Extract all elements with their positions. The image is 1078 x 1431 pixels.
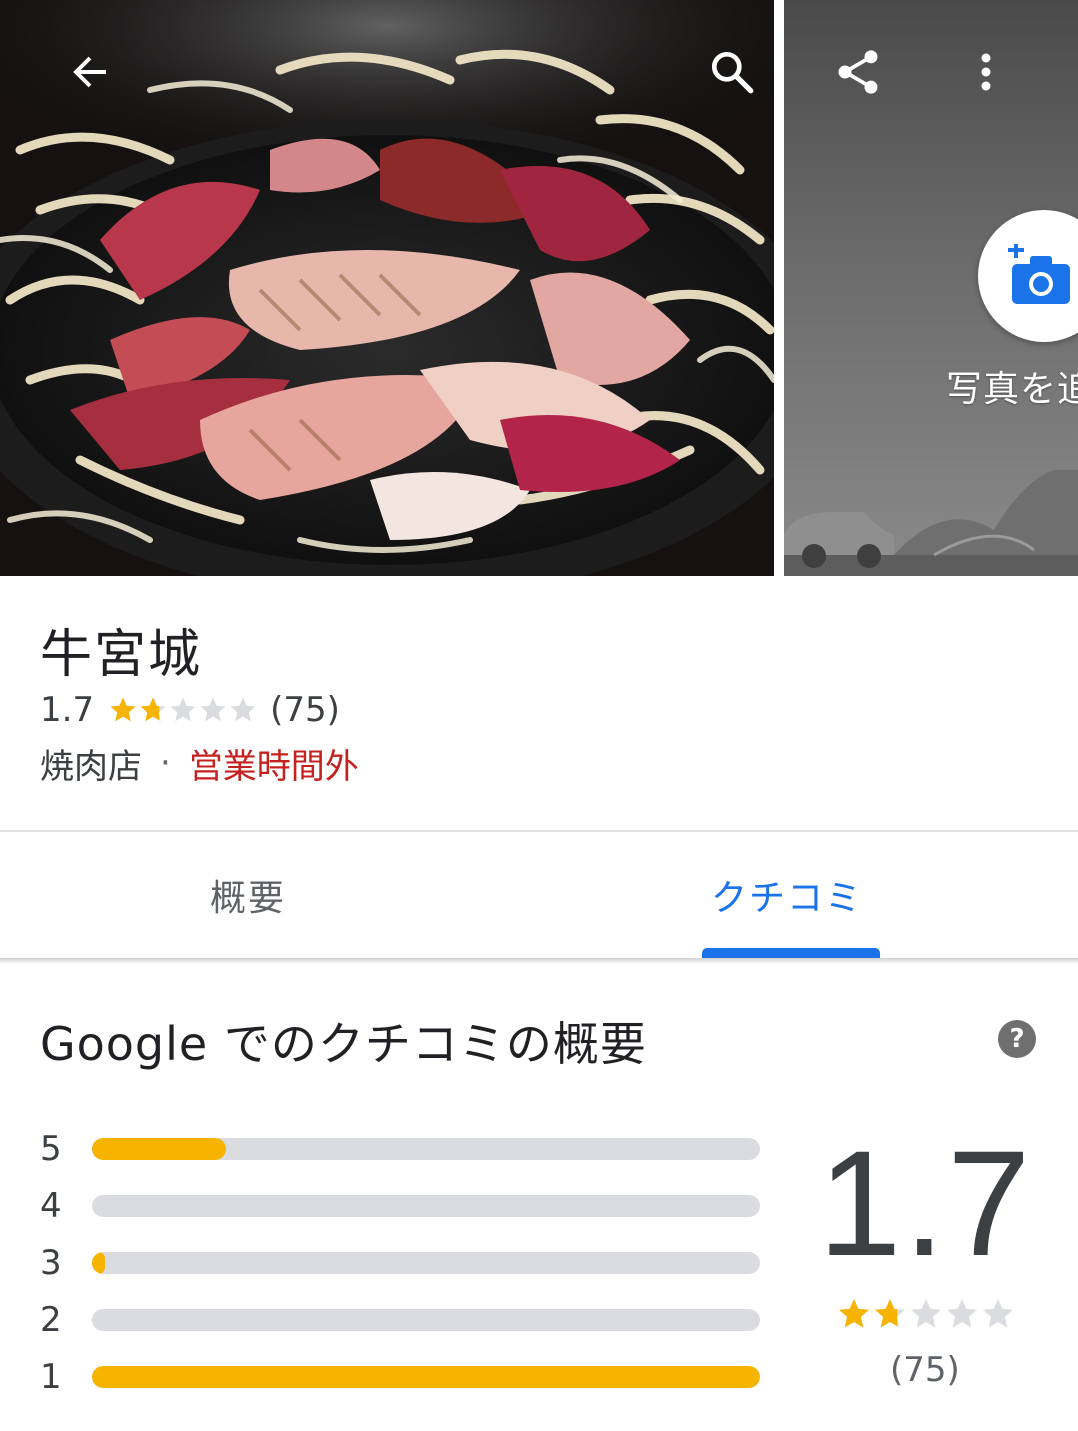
star-icon [947, 1299, 977, 1328]
rating-value: 1.7 [40, 690, 95, 730]
histogram-bar-track [92, 1365, 760, 1388]
review-count: (75) [270, 690, 340, 730]
tab-bar: 概要 クチコミ [0, 832, 1078, 958]
add-photo-camera-icon [1008, 244, 1070, 304]
star-icon [200, 697, 226, 722]
place-name: 牛宮城 [40, 625, 203, 685]
histogram-row-1: 1 [40, 1348, 770, 1405]
star-icon [983, 1299, 1013, 1328]
histogram-label: 3 [40, 1242, 62, 1283]
arrow-back-icon [73, 56, 106, 88]
category-row: 焼肉店 · 営業時間外 [40, 740, 359, 787]
rating-histogram: 5 4 3 2 1 [40, 1120, 770, 1405]
photo-strip[interactable]: 写真を追 [0, 0, 1078, 576]
histogram-row-4: 4 [40, 1177, 770, 1234]
histogram-bar-track [92, 1137, 760, 1160]
histogram-bar-track [92, 1194, 760, 1217]
rating-stars [108, 695, 258, 725]
star-icon [230, 697, 256, 722]
histogram-bar-fill [92, 1251, 106, 1274]
star-icon [875, 1299, 905, 1328]
star-icon [140, 697, 166, 722]
search-button[interactable] [700, 40, 764, 104]
histogram-bar-track [92, 1251, 760, 1274]
star-icon [911, 1299, 941, 1328]
back-button[interactable] [58, 40, 122, 104]
search-icon [711, 51, 754, 94]
histogram-label: 2 [40, 1299, 62, 1340]
rating-row[interactable]: 1.7 (75) [40, 688, 340, 732]
open-status: 営業時間外 [188, 746, 359, 787]
add-photo-label: 写真を追 [946, 369, 1078, 410]
histogram-bar-fill [92, 1137, 226, 1160]
star-icon [839, 1299, 869, 1328]
star-icon [110, 697, 136, 722]
star-icon [170, 697, 196, 722]
histogram-row-2: 2 [40, 1291, 770, 1348]
histogram-bar-fill [92, 1365, 760, 1388]
separator-dot: · [160, 743, 171, 783]
more-options-button[interactable] [954, 40, 1018, 104]
histogram-bar-track [92, 1308, 760, 1331]
restaurant-photo[interactable] [0, 0, 774, 576]
tab-selected-indicator [702, 948, 880, 958]
share-button[interactable] [826, 40, 890, 104]
help-icon[interactable]: ? [998, 1020, 1036, 1058]
tab-overview[interactable]: 概要 [0, 832, 539, 958]
histogram-label: 1 [40, 1356, 62, 1397]
place-category: 焼肉店 [40, 746, 142, 787]
tab-bar-shadow [0, 958, 1078, 964]
histogram-row-3: 3 [40, 1234, 770, 1291]
total-review-count: (75) [890, 1350, 960, 1390]
tab-reviews[interactable]: クチコミ [539, 832, 1078, 958]
average-rating-stars [836, 1296, 1016, 1332]
review-summary-title: Google でのクチコミの概要 [40, 1017, 647, 1071]
histogram-label: 4 [40, 1185, 62, 1226]
average-rating: 1.7 [818, 1119, 1033, 1287]
share-icon [838, 50, 878, 94]
histogram-label: 5 [40, 1128, 62, 1169]
histogram-row-5: 5 [40, 1120, 770, 1177]
more-vert-icon [981, 53, 991, 91]
